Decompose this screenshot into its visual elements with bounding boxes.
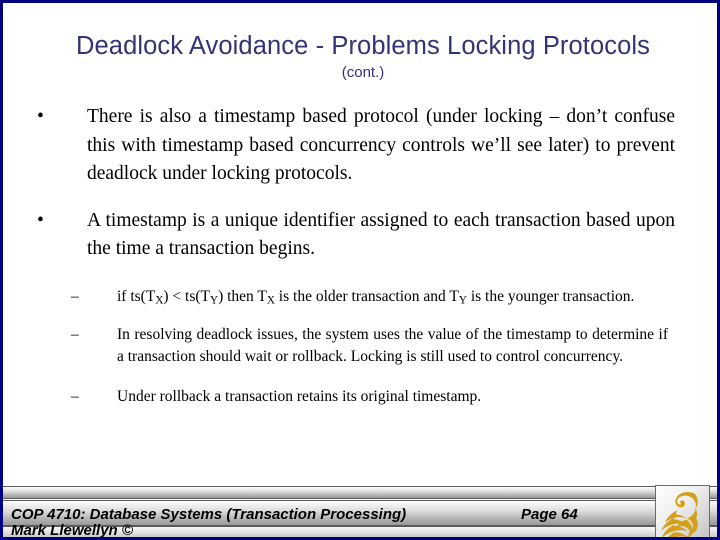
subscript: X <box>266 294 275 307</box>
pegasus-icon <box>661 491 698 537</box>
dash-marker-icon: – <box>71 287 79 305</box>
bullet-marker-icon: • <box>37 106 44 127</box>
sub-bullet-item: – Under rollback a transaction retains i… <box>3 386 717 408</box>
sub-bullet-text: Under rollback a transaction retains its… <box>117 387 482 405</box>
page-subtitle: (cont.) <box>341 64 385 81</box>
subscript: X <box>155 294 164 307</box>
subscript: Y <box>458 294 467 307</box>
page-title: Deadlock Avoidance - Problems Locking Pr… <box>75 32 651 60</box>
slide-body: • There is also a timestamp based protoc… <box>3 103 717 424</box>
bullet-text: There is also a timestamp based protocol… <box>87 106 675 184</box>
footer-course-label: COP 4710: Database Systems (Transaction … <box>11 506 407 523</box>
dash-marker-icon: – <box>71 387 79 405</box>
bullet-item: • There is also a timestamp based protoc… <box>3 103 717 189</box>
footer-author-label: Mark Llewellyn © <box>11 522 133 539</box>
subscript: Y <box>210 294 219 307</box>
footer-band-upper <box>3 486 717 499</box>
sub-bullet-text-timestamp-order: if ts(TX) < ts(TY) then TX is the older … <box>117 287 635 307</box>
sub-bullet-item: – In resolving deadlock issues, the syst… <box>3 324 717 368</box>
ucf-pegasus-logo <box>655 485 710 537</box>
slide-canvas: Deadlock Avoidance - Problems Locking Pr… <box>0 0 720 540</box>
bullet-item: • A timestamp is a unique identifier ass… <box>3 207 717 264</box>
sub-bullet-item: – if ts(TX) < ts(TY) then TX is the olde… <box>3 286 717 308</box>
sub-bullet-text: In resolving deadlock issues, the system… <box>117 325 668 365</box>
title-block: Deadlock Avoidance - Problems Locking Pr… <box>3 31 717 83</box>
dash-marker-icon: – <box>71 325 79 343</box>
bullet-marker-icon: • <box>37 209 44 231</box>
footer-page-number: Page 64 <box>521 506 578 523</box>
bullet-text: A timestamp is a unique identifier assig… <box>87 209 675 260</box>
